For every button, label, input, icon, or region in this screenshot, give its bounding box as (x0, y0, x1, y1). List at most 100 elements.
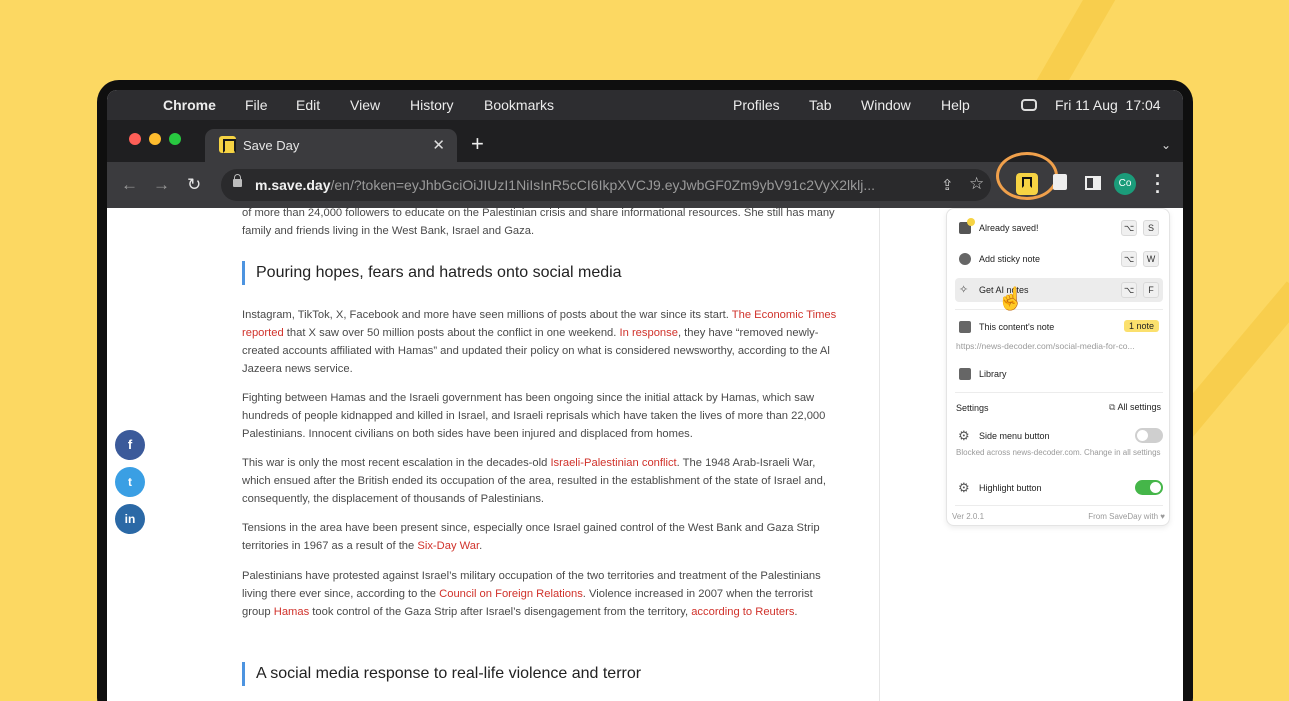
url-text[interactable]: m.save.day/en/?token=eyJhbGciOiJIUzI1NiI… (255, 177, 931, 193)
already-saved-label: Already saved! (979, 223, 1039, 233)
settings-label: Settings (956, 403, 989, 413)
article-heading-1: Pouring hopes, fears and hatreds onto so… (242, 261, 622, 285)
content-note-label: This content's note (979, 322, 1055, 332)
bookmark-star-icon[interactable]: ☆ (969, 174, 984, 194)
article-paragraph-4: Tensions in the area have been present s… (242, 519, 842, 555)
side-menu-description: Blocked across news-decoder.com. Change … (956, 448, 1161, 457)
sparkle-icon: ✧ (959, 284, 969, 296)
add-sticky-note-label: Add sticky note (979, 254, 1041, 264)
hand-pointer-icon: ☝ (997, 286, 1025, 311)
url-path: /en/?token=eyJhbGciOiJIUzI1NiIsInR5cCI6I… (330, 177, 876, 193)
address-bar[interactable]: m.save.day/en/?token=eyJhbGciOiJIUzI1NiI… (221, 169, 991, 201)
screen: Chrome File Edit View History Bookmarks … (107, 90, 1183, 701)
library-row[interactable]: Library (955, 362, 1163, 386)
linkedin-share-button[interactable]: in (115, 504, 145, 534)
shortcut-key: ⌥ (1121, 282, 1137, 298)
from-saveday-label: From SaveDay with ♥ (1088, 512, 1165, 521)
highlight-button-toggle[interactable] (1135, 480, 1163, 495)
menu-bookmarks[interactable]: Bookmarks (484, 97, 554, 113)
library-label: Library (979, 369, 1007, 379)
note-icon (959, 321, 971, 333)
link-hamas[interactable]: Hamas (274, 606, 309, 618)
shortcut-key: ⌥ (1121, 251, 1137, 267)
all-settings-link[interactable]: ⧉ All settings (1109, 402, 1161, 413)
macos-menubar: Chrome File Edit View History Bookmarks … (107, 90, 1183, 120)
laptop-frame: Chrome File Edit View History Bookmarks … (97, 80, 1193, 701)
text-segment: . (479, 540, 483, 552)
note-count-badge: 1 note (1123, 320, 1159, 332)
link-israeli-palestinian-conflict[interactable]: Israeli-Palestinian conflict (550, 457, 676, 469)
library-icon (959, 368, 971, 380)
minimize-window-button[interactable] (149, 133, 161, 145)
share-icon[interactable]: ⇪ (941, 176, 954, 194)
facebook-share-button[interactable]: f (115, 430, 145, 460)
article-paragraph-1: Instagram, TikTok, X, Facebook and more … (242, 306, 842, 378)
link-six-day-war[interactable]: Six-Day War (417, 540, 479, 552)
popup-separator (955, 309, 1163, 310)
back-button[interactable]: ← (121, 175, 138, 195)
reload-button[interactable]: ↻ (187, 175, 201, 195)
get-ai-notes-row[interactable]: ✧ Get AI notes ⌥ F (955, 278, 1163, 302)
version-label: Ver 2.0.1 (952, 512, 985, 521)
side-panel-icon[interactable] (1085, 176, 1101, 190)
sidebar-divider (879, 208, 880, 701)
bookmark-check-icon (959, 218, 975, 234)
gear-icon: ⚙ (958, 480, 970, 495)
browser-toolbar: ← → ↻ m.save.day/en/?token=eyJhbGciOiJIU… (107, 152, 1183, 208)
menu-file[interactable]: File (245, 97, 268, 113)
add-sticky-note-row[interactable]: Add sticky note ⌥ W (955, 247, 1163, 271)
menu-help[interactable]: Help (941, 97, 970, 113)
highlight-button-row: ⚙ Highlight button (955, 476, 1163, 500)
control-center-icon[interactable] (1021, 99, 1037, 111)
maximize-window-button[interactable] (169, 133, 181, 145)
profile-avatar[interactable]: Co (1114, 173, 1136, 195)
shortcut-key: W (1143, 251, 1159, 267)
extensions-puzzle-icon[interactable] (1053, 174, 1067, 190)
text-segment: took control of the Gaza Strip after Isr… (309, 606, 692, 618)
all-settings-label: All settings (1117, 402, 1161, 412)
text-segment: . (794, 606, 798, 618)
menu-app-name[interactable]: Chrome (163, 97, 216, 113)
tab-close-icon[interactable]: ✕ (432, 136, 445, 154)
link-council-foreign-relations[interactable]: Council on Foreign Relations (439, 588, 583, 600)
menu-tab[interactable]: Tab (809, 97, 832, 113)
content-note-row[interactable]: This content's note 1 note (955, 315, 1163, 339)
twitter-share-button[interactable]: t (115, 467, 145, 497)
close-window-button[interactable] (129, 133, 141, 145)
note-url[interactable]: https://news-decoder.com/social-media-fo… (956, 341, 1135, 351)
menu-history[interactable]: History (410, 97, 454, 113)
already-saved-row[interactable]: Already saved! ⌥ S (955, 216, 1163, 240)
forward-button[interactable]: → (153, 175, 170, 195)
popup-separator (955, 392, 1163, 393)
saveday-extension-icon[interactable] (1016, 173, 1038, 195)
shortcut-key: ⌥ (1121, 220, 1137, 236)
tab-title: Save Day (243, 138, 300, 153)
shortcut-key: F (1143, 282, 1159, 298)
link-according-to-reuters[interactable]: according to Reuters (691, 606, 794, 618)
chevron-down-icon[interactable]: ⌄ (1161, 138, 1171, 152)
more-menu-icon[interactable]: · · · (1155, 167, 1161, 201)
sticky-note-icon (959, 253, 971, 265)
new-tab-button[interactable]: + (471, 133, 484, 155)
link-in-response[interactable]: In response (620, 327, 678, 339)
saveday-favicon-icon (219, 136, 236, 153)
article-heading-2: A social media response to real-life vio… (242, 662, 641, 686)
menu-edit[interactable]: Edit (296, 97, 320, 113)
article-paragraph-5: Palestinians have protested against Isra… (242, 567, 842, 621)
menu-view[interactable]: View (350, 97, 380, 113)
side-menu-toggle[interactable] (1135, 428, 1163, 443)
url-host: m.save.day (255, 177, 331, 193)
tab-save-day[interactable]: Save Day ✕ (205, 129, 457, 162)
text-segment: that X saw over 50 million posts about t… (283, 327, 620, 339)
lock-icon (233, 174, 242, 187)
menu-window[interactable]: Window (861, 97, 911, 113)
external-link-icon: ⧉ (1109, 402, 1116, 412)
article-intro-paragraph: of more than 24,000 followers to educate… (242, 207, 835, 237)
article-paragraph-3: This war is only the most recent escalat… (242, 454, 842, 508)
menu-profiles[interactable]: Profiles (733, 97, 780, 113)
highlight-button-label: Highlight button (979, 483, 1042, 493)
side-menu-button-row: ⚙ Side menu button (955, 424, 1163, 448)
text-segment: Tensions in the area have been present s… (242, 522, 820, 552)
text-segment: Instagram, TikTok, X, Facebook and more … (242, 309, 732, 321)
menubar-datetime[interactable]: Fri 11 Aug 17:04 (1055, 97, 1161, 113)
